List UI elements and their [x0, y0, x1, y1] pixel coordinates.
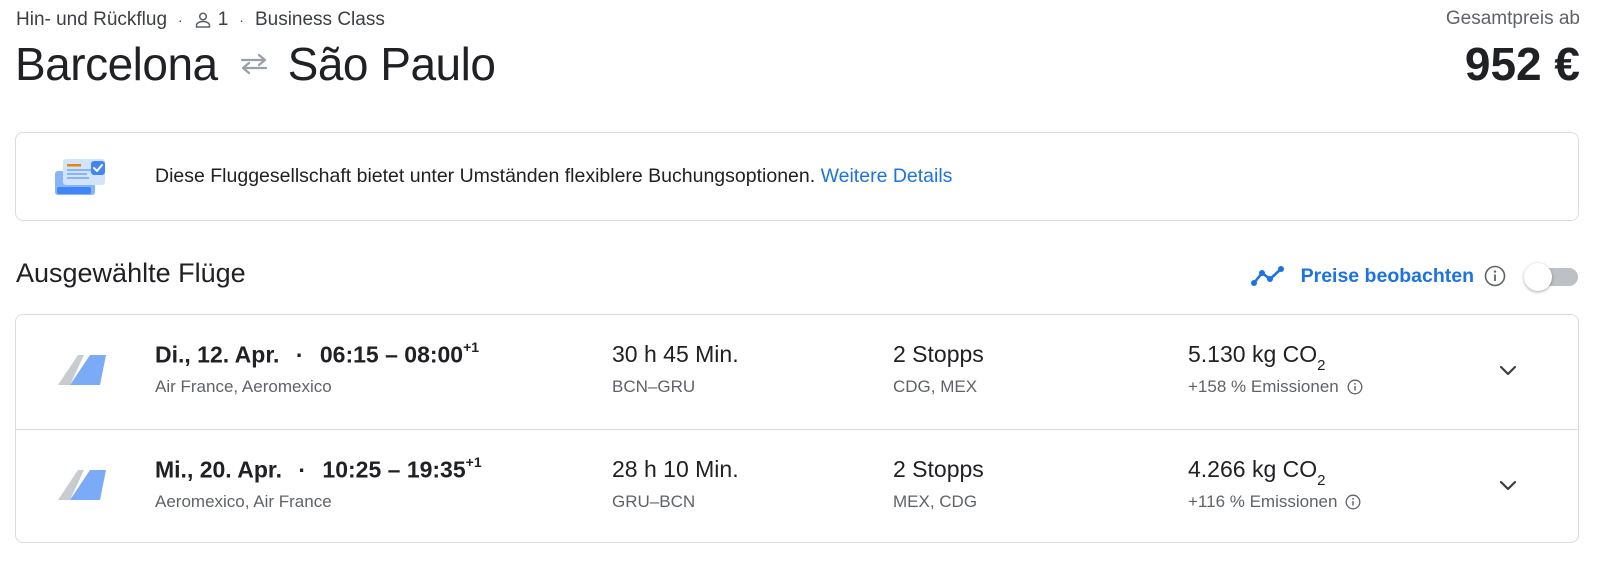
trip-summary: Hin- und Rückflug · 1 · Business Class — [16, 8, 385, 32]
passenger-count[interactable]: 1 — [194, 9, 229, 31]
flight-duration: 28 h 10 Min. — [612, 456, 739, 482]
stop-airports: MEX, CDG — [893, 492, 978, 511]
flight-date: Mi., 20. Apr. — [155, 456, 282, 483]
airline-tail-logo-icon — [58, 470, 106, 500]
flight-date-time: Di., 12. Apr. · 06:15 – 08:00+1 — [155, 339, 480, 369]
separator-dot: · — [178, 12, 183, 28]
airline-names: Aeromexico, Air France — [155, 492, 332, 511]
separator-dot: · — [298, 456, 307, 483]
flight-airports: GRU–BCN — [612, 492, 696, 511]
trip-type[interactable]: Hin- und Rückflug — [16, 9, 167, 31]
day-offset: +1 — [465, 454, 482, 470]
co2-value: 5.130 kg CO2 — [1188, 341, 1326, 374]
flight-date-time: Mi., 20. Apr. · 10:25 – 19:35+1 — [155, 454, 482, 484]
track-prices-label[interactable]: Preise beobachten — [1301, 265, 1474, 288]
flight-row[interactable]: Mi., 20. Apr. · 10:25 – 19:35+1 Aeromexi… — [16, 429, 1578, 543]
flight-airports: BCN–GRU — [612, 377, 696, 396]
co2-value: 4.266 kg CO2 — [1188, 456, 1326, 489]
airline-tail-logo-icon — [58, 355, 106, 385]
flight-times: 10:25 – 19:35 — [322, 456, 466, 483]
emissions-info: +158 % Emissionen — [1188, 377, 1363, 397]
toggle-knob — [1524, 263, 1552, 291]
price-label: Gesamtpreis ab — [1445, 8, 1580, 29]
emissions-info: +116 % Emissionen — [1188, 492, 1361, 512]
co2-subscript: 2 — [1317, 356, 1326, 374]
info-icon[interactable] — [1347, 379, 1363, 395]
flight-date: Di., 12. Apr. — [155, 341, 280, 368]
chevron-down-icon[interactable] — [1493, 470, 1523, 500]
stop-count: 2 Stopps — [893, 341, 984, 367]
total-price: 952 € — [1464, 38, 1580, 90]
flight-duration: 30 h 45 Min. — [612, 341, 739, 367]
cabin-class[interactable]: Business Class — [255, 9, 385, 31]
destination-city: São Paulo — [287, 38, 496, 90]
separator-dot: · — [295, 341, 304, 368]
passenger-number: 1 — [217, 9, 229, 30]
track-prices-toggle[interactable] — [1524, 263, 1580, 291]
co2-amount: 4.266 kg CO — [1188, 456, 1318, 482]
selected-flights-title: Ausgewählte Flüge — [16, 258, 246, 288]
person-icon — [195, 12, 210, 28]
chevron-down-icon[interactable] — [1493, 355, 1523, 385]
airline-names: Air France, Aeromexico — [155, 377, 332, 396]
stop-airports: CDG, MEX — [893, 377, 978, 396]
origin-city: Barcelona — [15, 38, 218, 90]
stop-count: 2 Stopps — [893, 456, 984, 482]
more-details-link[interactable]: Weitere Details — [821, 165, 953, 187]
notice-text: Diese Fluggesellschaft bietet unter Umst… — [155, 165, 952, 188]
flight-row[interactable]: Di., 12. Apr. · 06:15 – 08:00+1 Air Fran… — [16, 315, 1578, 429]
price-trend-icon — [1250, 265, 1287, 287]
route-title: Barcelona São Paulo — [15, 36, 496, 92]
notice-message: Diese Fluggesellschaft bietet unter Umst… — [155, 165, 816, 187]
info-icon[interactable] — [1345, 494, 1361, 510]
price-tracking: Preise beobachten — [1250, 258, 1580, 294]
emissions-text: +158 % Emissionen — [1188, 377, 1339, 396]
co2-amount: 5.130 kg CO — [1188, 341, 1318, 367]
day-offset: +1 — [463, 339, 480, 355]
separator-dot: · — [239, 12, 244, 28]
swap-arrows-icon — [238, 53, 270, 75]
flight-times: 06:15 – 08:00 — [319, 341, 464, 368]
info-icon[interactable] — [1484, 265, 1506, 287]
flights-list: Di., 12. Apr. · 06:15 – 08:00+1 Air Fran… — [15, 314, 1579, 543]
emissions-text: +116 % Emissionen — [1188, 492, 1338, 511]
flexible-booking-notice: Diese Fluggesellschaft bietet unter Umst… — [15, 132, 1579, 221]
co2-subscript: 2 — [1317, 471, 1326, 489]
booking-options-illustration-icon — [55, 159, 105, 195]
